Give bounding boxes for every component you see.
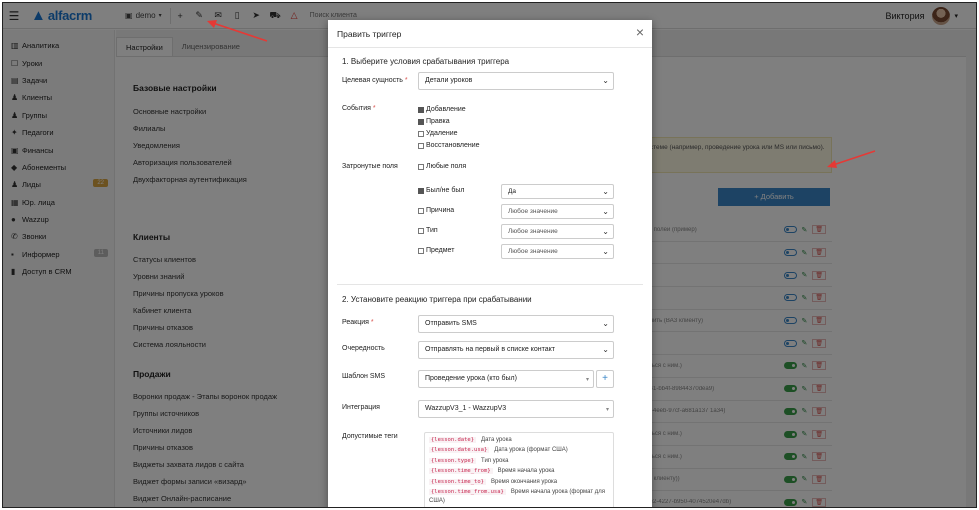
checkbox-icon [418,118,424,125]
field-label: Предмет [426,247,455,254]
checkbox-icon [418,247,424,254]
field-value: Любое значение [508,228,558,235]
field-value-select[interactable]: Любое значение ⌄ [501,244,614,259]
field-label: Причина [426,207,455,214]
events-label: События * [342,105,376,112]
field-checkbox[interactable]: Тип [418,227,438,234]
chevron-down-icon: ⌄ [602,227,609,236]
checkbox-icon [418,207,424,214]
tag-description: Дата урока [481,437,512,443]
close-icon[interactable]: × [636,25,644,39]
event-label: Удаление [426,130,458,137]
tag-code[interactable]: {lesson.time_from} [429,468,493,475]
event-checkbox[interactable]: Удаление [418,130,458,137]
tag-code[interactable]: {lesson.time_from.usa} [429,489,506,496]
order-value: Отправлять на первый в списке контакт [425,346,555,353]
checkbox-icon [418,106,424,113]
order-select[interactable]: Отправлять на первый в списке контакт ⌄ [418,341,614,359]
chevron-down-icon: ⌄ [602,319,609,328]
reaction-value: Отправить SMS [425,320,477,327]
tags-label: Допустимые теги [342,433,398,440]
field-label: Был/не был [426,187,465,194]
tags-list: {lesson.date} Дата урока {lesson.date.usa}… [424,432,614,508]
section-reaction-title: 2. Установите реакцию триггера при сраба… [342,295,532,304]
field-label: Тип [426,227,438,234]
tag-code[interactable]: {lesson.time_to} [429,478,486,485]
event-checkbox[interactable]: Восстановление [418,142,480,149]
tag-code[interactable]: {lesson.type} [429,457,477,464]
integration-select[interactable]: WazzupV3_1 - WazzupV3 ▾ [418,400,614,418]
chevron-down-icon: ⌄ [602,187,609,196]
checkbox-icon [418,163,424,170]
field-value: Любое значение [508,208,558,215]
tag-description: Тип урока [481,457,509,464]
tag-description: Время начала урока [497,468,555,475]
chevron-down-icon: ⌄ [602,207,609,216]
any-fields-label: Любые поля [426,163,467,170]
checkbox-icon [418,187,424,194]
tag-description: Время окончания урока [490,478,558,485]
event-checkbox[interactable]: Правка [418,118,450,125]
integration-value: WazzupV3_1 - WazzupV3 [425,405,507,412]
field-value: Любое значение [508,248,558,255]
tag-item: {lesson.time_to} Время окончания урока [429,478,609,486]
tag-item: {lesson.type} Тип урока [429,457,609,465]
checkbox-icon [418,130,424,137]
field-value: Да [508,188,517,195]
field-value-select[interactable]: Да ⌄ [501,184,614,199]
template-label: Шаблон SMS [342,373,386,380]
entity-value: Детали уроков [425,77,473,84]
event-label: Правка [426,118,450,125]
chevron-down-icon: ⌄ [602,76,609,85]
reaction-select[interactable]: Отправить SMS ⌄ [418,315,614,333]
event-label: Восстановление [426,142,480,149]
fields-label: Затронутые поля [342,163,398,170]
field-checkbox[interactable]: Был/не был [418,187,464,194]
entity-label: Целевая сущность * [342,77,408,84]
modal-header: Править триггер × [328,20,652,48]
tag-code[interactable]: {lesson.date} [429,437,477,443]
chevron-down-icon: ▾ [585,377,589,383]
sms-template-select[interactable]: Проведение урока (кто был) ▾ [418,370,594,388]
tag-item: {lesson.time_from} Время начала урока [429,467,609,475]
tag-item: {lesson.time_to.usa}Время окончания урок… [429,507,609,508]
template-value: Проведение урока (кто был) [425,375,517,382]
checkbox-icon [418,142,424,149]
divider [337,284,643,285]
app-window: ☰ ▲ alfacrm ▣ demo ▾ + ✎ ✉ ▯ ➤ ⛟ △ Викто… [2,2,977,508]
tag-item: {lesson.date.usa} Дата урока (формат США) [429,446,609,454]
tag-item: {lesson.time_from.usa} Время начала урока… [429,488,609,505]
field-checkbox[interactable]: Причина [418,207,454,214]
tag-description: Дата урока (формат США) [494,447,568,454]
order-label: Очередность [342,345,385,352]
tag-code[interactable]: {lesson.date.usa} [429,447,490,454]
chevron-down-icon: ⌄ [602,247,609,256]
add-template-button[interactable]: + [596,370,614,388]
tag-item: {lesson.date} Дата урока [429,436,609,444]
event-label: Добавление [426,106,466,113]
entity-select[interactable]: Детали уроков ⌄ [418,72,614,90]
modal-title: Править триггер [337,28,402,39]
event-checkbox[interactable]: Добавление [418,106,466,113]
any-fields-checkbox[interactable]: Любые поля [418,163,466,170]
chevron-down-icon: ▾ [605,407,609,413]
checkbox-icon [418,227,424,234]
field-value-select[interactable]: Любое значение ⌄ [501,224,614,239]
section-conditions-title: 1. Выберите условия срабатывания триггер… [342,57,510,66]
chevron-down-icon: ⌄ [602,345,609,354]
reaction-label: Реакция * [342,319,374,326]
field-value-select[interactable]: Любое значение ⌄ [501,204,614,219]
integration-label: Интеграция [342,404,380,411]
edit-trigger-modal: Править триггер × 1. Выберите условия ср… [328,20,652,508]
field-checkbox[interactable]: Предмет [418,247,454,254]
